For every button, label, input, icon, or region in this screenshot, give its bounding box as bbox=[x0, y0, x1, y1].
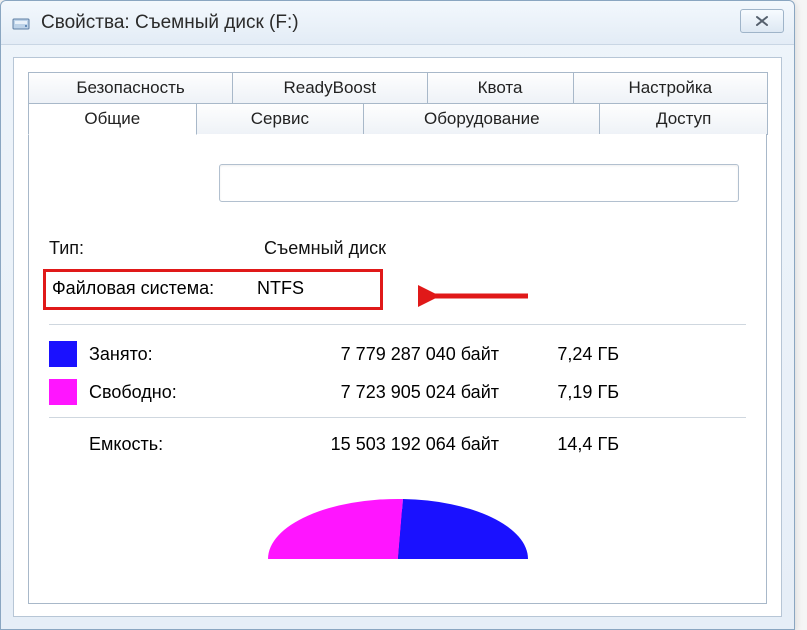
tab-hardware[interactable]: Оборудование bbox=[363, 103, 600, 135]
used-color-swatch bbox=[49, 341, 77, 367]
tab-strip: Безопасность ReadyBoost Квота Настройка … bbox=[28, 72, 767, 135]
filesystem-value: NTFS bbox=[257, 278, 304, 299]
window-title: Свойства: Съемный диск (F:) bbox=[41, 12, 299, 34]
volume-label-input[interactable] bbox=[219, 164, 739, 202]
disk-usage-pie bbox=[248, 479, 548, 559]
type-label: Тип: bbox=[49, 238, 264, 259]
general-panel: Тип: Съемный диск Файловая система: NTFS bbox=[28, 134, 767, 604]
tab-customize[interactable]: Настройка bbox=[573, 72, 768, 103]
free-bytes: 7 723 905 024 байт bbox=[269, 382, 529, 403]
tab-general[interactable]: Общие bbox=[28, 103, 197, 135]
free-gb: 7,19 ГБ bbox=[529, 382, 619, 403]
properties-window: Свойства: Съемный диск (F:) Безопасность… bbox=[0, 0, 795, 630]
free-color-swatch bbox=[49, 379, 77, 405]
free-label: Свободно: bbox=[89, 382, 269, 403]
capacity-row: Емкость: 15 503 192 064 байт 14,4 ГБ bbox=[49, 434, 746, 455]
used-bytes: 7 779 287 040 байт bbox=[269, 344, 529, 365]
used-label: Занято: bbox=[89, 344, 269, 365]
titlebar[interactable]: Свойства: Съемный диск (F:) bbox=[1, 1, 794, 45]
filesystem-highlight: Файловая система: NTFS bbox=[43, 269, 383, 310]
separator bbox=[49, 417, 746, 418]
tab-sharing[interactable]: Доступ bbox=[599, 103, 768, 135]
close-button[interactable] bbox=[740, 9, 784, 33]
capacity-gb: 14,4 ГБ bbox=[529, 434, 619, 455]
filesystem-label: Файловая система: bbox=[52, 278, 257, 299]
dialog-content: Безопасность ReadyBoost Квота Настройка … bbox=[13, 57, 782, 617]
annotation-arrow-icon bbox=[418, 282, 538, 312]
used-gb: 7,24 ГБ bbox=[529, 344, 619, 365]
used-space-row: Занято: 7 779 287 040 байт 7,24 ГБ bbox=[49, 341, 746, 367]
free-space-row: Свободно: 7 723 905 024 байт 7,19 ГБ bbox=[49, 379, 746, 405]
capacity-label: Емкость: bbox=[49, 434, 269, 455]
capacity-bytes: 15 503 192 064 байт bbox=[269, 434, 529, 455]
type-value: Съемный диск bbox=[264, 238, 746, 259]
tab-quota[interactable]: Квота bbox=[427, 72, 574, 103]
type-row: Тип: Съемный диск bbox=[49, 238, 746, 259]
close-icon bbox=[755, 15, 769, 27]
tab-tools[interactable]: Сервис bbox=[196, 103, 365, 135]
tab-security[interactable]: Безопасность bbox=[28, 72, 233, 103]
separator bbox=[49, 324, 746, 325]
drive-icon bbox=[11, 13, 31, 33]
tab-readyboost[interactable]: ReadyBoost bbox=[232, 72, 427, 103]
